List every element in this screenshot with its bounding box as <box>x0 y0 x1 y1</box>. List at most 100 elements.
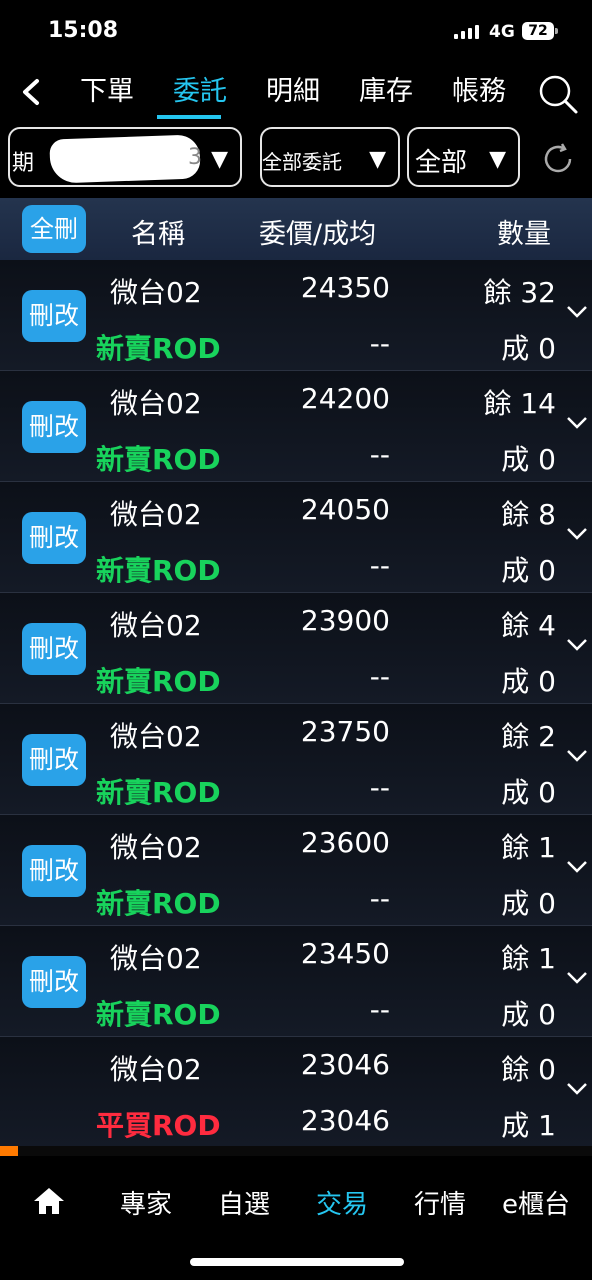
filled-qty: 成 0 <box>501 665 556 698</box>
scope-filter-label: 全部 <box>415 148 468 178</box>
nav-expert[interactable]: 專家 <box>120 1184 172 1221</box>
chevron-down-icon[interactable] <box>566 415 588 431</box>
network-type: 4G <box>489 22 515 42</box>
order-type: 新賣ROD <box>96 332 221 365</box>
search-icon[interactable] <box>536 72 580 116</box>
order-type: 新賣ROD <box>96 998 221 1031</box>
product-name: 微台02 <box>110 831 202 864</box>
product-name: 微台02 <box>110 387 202 420</box>
table-header: 全刪 名稱 委價/成均 數量 <box>0 198 592 261</box>
fill-average: -- <box>369 882 390 915</box>
order-type: 新賣ROD <box>96 887 221 920</box>
scope-filter-select[interactable]: 全部 ▼ <box>407 127 520 187</box>
remaining-qty: 餘 1 <box>501 942 556 975</box>
remaining-qty: 餘 8 <box>501 498 556 531</box>
refresh-icon[interactable] <box>540 141 576 177</box>
home-indicator <box>190 1258 404 1266</box>
chevron-down-icon[interactable] <box>566 748 588 764</box>
product-name: 微台02 <box>110 942 202 975</box>
table-row[interactable]: 刪改 微台02 新賣ROD 23750 -- 餘 2 成 0 <box>0 704 592 815</box>
redaction-mark <box>49 134 201 184</box>
remaining-qty: 餘 0 <box>501 1053 556 1086</box>
header-quantity: 數量 <box>497 219 551 250</box>
tab-details[interactable]: 明細 <box>266 72 320 112</box>
chevron-down-icon[interactable] <box>566 1081 588 1097</box>
order-type: 新賣ROD <box>96 443 221 476</box>
tab-accounts[interactable]: 帳務 <box>452 72 506 112</box>
delete-all-button[interactable]: 全刪 <box>22 205 86 253</box>
header-price: 委價/成均 <box>259 219 377 250</box>
product-name: 微台02 <box>110 498 202 531</box>
account-select[interactable]: 期 3 ▼ <box>8 127 242 187</box>
top-nav: 下單 委託 明細 庫存 帳務 <box>0 64 592 120</box>
remaining-qty: 餘 14 <box>483 387 556 420</box>
scroll-progress <box>0 1146 592 1156</box>
filled-qty: 成 1 <box>501 1109 556 1142</box>
tab-inventory[interactable]: 庫存 <box>359 72 413 112</box>
status-bar: 15:08 4G 72 <box>0 0 592 64</box>
table-row[interactable]: 刪改 微台02 新賣ROD 23900 -- 餘 4 成 0 <box>0 593 592 704</box>
chevron-down-icon[interactable] <box>566 859 588 875</box>
nav-ecounter[interactable]: e櫃台 <box>502 1184 570 1221</box>
header-name: 名稱 <box>131 219 185 250</box>
modify-delete-button[interactable]: 刪改 <box>22 956 86 1008</box>
fill-average: -- <box>369 438 390 471</box>
table-row[interactable]: 刪改 微台02 新賣ROD 23600 -- 餘 1 成 0 <box>0 815 592 926</box>
modify-delete-button[interactable]: 刪改 <box>22 734 86 786</box>
caret-down-icon: ▼ <box>369 147 386 172</box>
table-row[interactable]: 刪改 微台02 新賣ROD 24350 -- 餘 32 成 0 <box>0 260 592 371</box>
modify-delete-button[interactable]: 刪改 <box>22 623 86 675</box>
table-row[interactable]: 刪改 微台02 新賣ROD 24200 -- 餘 14 成 0 <box>0 371 592 482</box>
table-row[interactable]: 刪改 微台02 新賣ROD 23450 -- 餘 1 成 0 <box>0 926 592 1037</box>
fill-average: -- <box>369 549 390 582</box>
order-type: 新賣ROD <box>96 776 221 809</box>
filled-qty: 成 0 <box>501 443 556 476</box>
fill-average: -- <box>369 771 390 804</box>
scroll-progress-fill <box>0 1146 18 1156</box>
order-filter-select[interactable]: 全部委託 ▼ <box>260 127 400 187</box>
order-price: 23750 <box>300 715 390 748</box>
table-row[interactable]: 微台02 平買ROD 23046 23046 餘 0 成 1 <box>0 1037 592 1148</box>
modify-delete-button[interactable]: 刪改 <box>22 512 86 564</box>
chevron-down-icon[interactable] <box>566 304 588 320</box>
tab-place-order[interactable]: 下單 <box>80 72 134 112</box>
account-prefix: 期 <box>12 151 35 176</box>
order-type: 平買ROD <box>96 1109 221 1142</box>
remaining-qty: 餘 4 <box>501 609 556 642</box>
modify-delete-button[interactable]: 刪改 <box>22 290 86 342</box>
order-price: 23450 <box>300 937 390 970</box>
order-price: 23900 <box>300 604 390 637</box>
caret-down-icon: ▼ <box>489 147 506 172</box>
filled-qty: 成 0 <box>501 998 556 1031</box>
fill-average: -- <box>369 993 390 1026</box>
filled-qty: 成 0 <box>501 554 556 587</box>
order-price: 24200 <box>300 382 390 415</box>
nav-quotes[interactable]: 行情 <box>414 1184 466 1221</box>
order-filter-label: 全部委託 <box>262 150 342 174</box>
remaining-qty: 餘 32 <box>483 276 556 309</box>
tab-orders[interactable]: 委託 <box>173 72 227 112</box>
caret-down-icon: ▼ <box>211 147 228 172</box>
product-name: 微台02 <box>110 1053 202 1086</box>
cell-signal-icon <box>454 25 479 39</box>
back-arrow-icon[interactable] <box>16 76 48 108</box>
nav-trade[interactable]: 交易 <box>316 1184 368 1221</box>
home-icon[interactable] <box>32 1186 66 1216</box>
filled-qty: 成 0 <box>501 887 556 920</box>
chevron-down-icon[interactable] <box>566 526 588 542</box>
fill-average: -- <box>369 660 390 693</box>
order-price: 24350 <box>300 271 390 304</box>
fill-average: 23046 <box>300 1104 390 1137</box>
nav-watchlist[interactable]: 自選 <box>218 1184 270 1221</box>
product-name: 微台02 <box>110 276 202 309</box>
order-price: 23046 <box>300 1048 390 1081</box>
modify-delete-button[interactable]: 刪改 <box>22 401 86 453</box>
table-row[interactable]: 刪改 微台02 新賣ROD 24050 -- 餘 8 成 0 <box>0 482 592 593</box>
filter-bar: 期 3 ▼ 全部委託 ▼ 全部 ▼ <box>0 120 592 198</box>
order-type: 新賣ROD <box>96 554 221 587</box>
battery-icon: 72 <box>522 22 558 40</box>
chevron-down-icon[interactable] <box>566 970 588 986</box>
chevron-down-icon[interactable] <box>566 637 588 653</box>
modify-delete-button[interactable]: 刪改 <box>22 845 86 897</box>
filled-qty: 成 0 <box>501 776 556 809</box>
